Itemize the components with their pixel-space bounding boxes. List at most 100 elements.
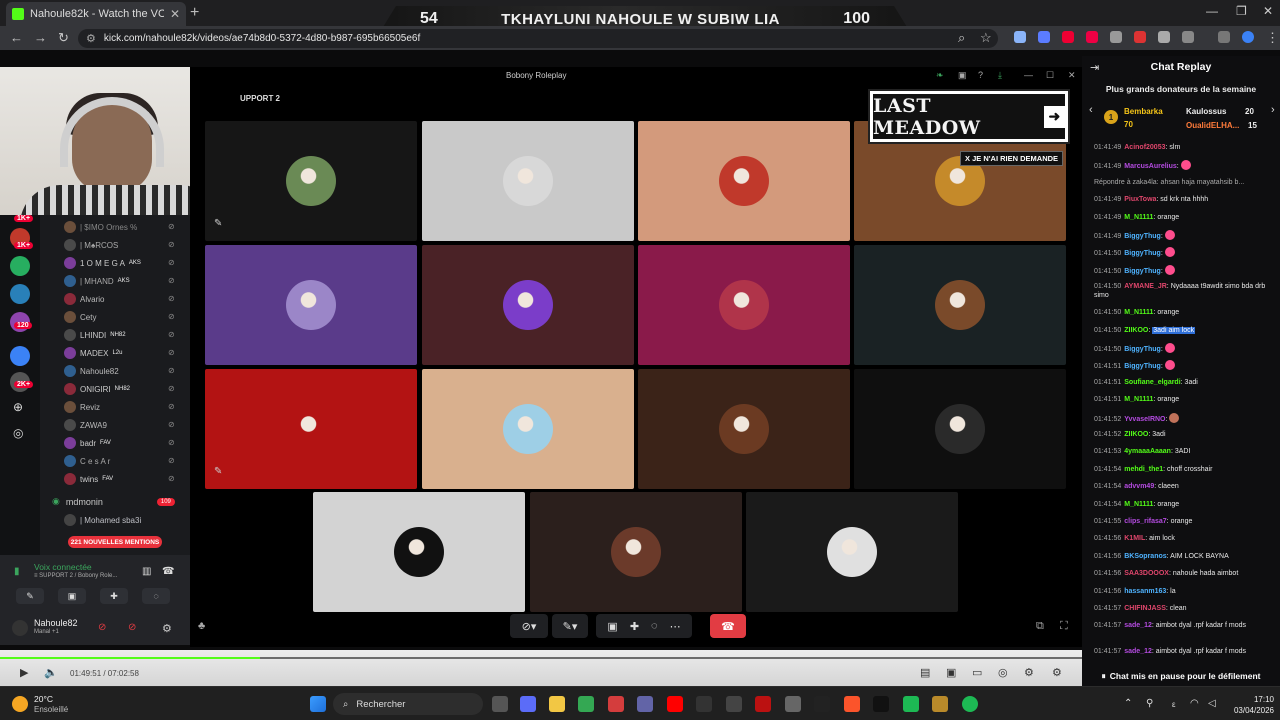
chat-paused-banner[interactable]: ⏸ Chat mis en pause pour le défilement [1082, 666, 1280, 686]
member-item[interactable]: MADEX L2u [64, 345, 122, 361]
chat-message[interactable]: 01:41:51 Soufiane_elgardi: 3adi [1094, 378, 1274, 387]
call-minimize-icon[interactable]: — [1024, 70, 1033, 80]
soundboard-icon[interactable]: ◌ [142, 588, 170, 604]
extension-icon[interactable] [1110, 31, 1122, 43]
chat-username[interactable]: hassanm163 [1124, 588, 1166, 595]
member-item[interactable]: | $IMO Ornes % [64, 219, 137, 235]
chat-username[interactable]: BiggyThug [1124, 363, 1161, 370]
participant-tile[interactable] [638, 121, 850, 241]
extension-icon[interactable] [1086, 31, 1098, 43]
taskbar-clock[interactable]: 17:10 03/04/2026 [1226, 694, 1274, 716]
hang-up-button[interactable]: ☎ [710, 614, 746, 638]
explore-icon[interactable]: ◎ [13, 426, 23, 440]
chat-message[interactable]: 01:41:56 hassanm163: la [1094, 587, 1274, 596]
task-view-icon[interactable] [492, 696, 508, 712]
player-settings-icon[interactable]: ⚙ [1052, 666, 1062, 679]
channel-item[interactable]: ◉ mdmonin 109 [52, 496, 175, 507]
browser-tab[interactable]: Nahoule82k - Watch the VOD o ✕ [6, 2, 186, 26]
chat-username[interactable]: MarcusAurelius [1124, 163, 1177, 170]
more-icon[interactable]: ⋯ [670, 620, 681, 633]
windows-start-icon[interactable] [310, 696, 326, 712]
chat-message[interactable]: 01:41:51 M_N1111: orange [1094, 395, 1274, 404]
member-item[interactable]: C e s A r [64, 453, 110, 469]
app-icon[interactable] [785, 696, 801, 712]
app-icon[interactable] [903, 696, 919, 712]
chat-message[interactable]: 01:41:54 M_N1111: orange [1094, 500, 1274, 509]
chat-username[interactable]: BiggyThug [1124, 233, 1161, 240]
file-explorer-icon[interactable] [549, 696, 565, 712]
chat-message[interactable]: 01:41:50 BiggyThug: [1094, 247, 1274, 258]
quality-icon[interactable]: ◎ [998, 666, 1008, 679]
app-icon[interactable] [755, 696, 771, 712]
chat-username[interactable]: Acinof20053 [1124, 144, 1165, 151]
chat-message[interactable]: 01:41:49 BiggyThug: [1094, 230, 1274, 241]
extensions-puzzle-icon[interactable] [1182, 31, 1194, 43]
chat-username[interactable]: AYMANE_JR [1124, 283, 1167, 290]
chat-message[interactable]: 01:41:49 MarcusAurelius: [1094, 160, 1274, 171]
mic-icon[interactable]: ⚲ [1146, 698, 1153, 709]
participant-tile[interactable] [422, 121, 634, 241]
chat-username[interactable]: BiggyThug [1124, 250, 1161, 257]
chat-username[interactable]: BKSopranos [1124, 553, 1166, 560]
address-bar[interactable]: ⚙ kick.com/nahoule82k/videos/ae74b8d0-53… [78, 29, 998, 48]
share-screen-icon[interactable]: ▣ [607, 620, 617, 633]
chat-message[interactable]: 01:41:56 SAA3DOOOX: nahoule hada aimbot [1094, 569, 1274, 578]
minimize-icon[interactable]: — [1206, 4, 1218, 18]
member-item[interactable]: | M♠RCOS [64, 237, 118, 253]
pip-icon[interactable]: ▭ [972, 666, 982, 679]
camera-toggle-button[interactable]: ✎▾ [552, 614, 588, 638]
chat-message[interactable]: 01:41:57 sade_12: aimbot dyal .rpf kadar … [1094, 621, 1274, 630]
chevron-left-icon[interactable]: ‹ [1089, 104, 1093, 116]
member-item[interactable]: Alvario [64, 291, 104, 307]
chat-username[interactable]: mehdi_the1 [1124, 466, 1163, 473]
call-close-icon[interactable]: ✕ [1068, 70, 1076, 81]
mute-mic-button[interactable]: ⊘▾ [510, 614, 548, 638]
chat-message[interactable]: 01:41:50 M_N1111: orange [1094, 308, 1274, 317]
fullscreen-icon[interactable]: ⛶ [1060, 620, 1068, 633]
server-icon[interactable] [10, 346, 30, 366]
clip-icon[interactable]: ▤ [920, 666, 930, 679]
member-item[interactable]: ONIGIRI NH82 [64, 381, 130, 397]
chat-message[interactable]: 01:41:56 K1MIL: aim lock [1094, 534, 1274, 543]
window-close-icon[interactable]: ✕ [1263, 4, 1273, 18]
extension-icon[interactable] [1014, 31, 1026, 43]
popout-icon[interactable]: ⧉ [1036, 620, 1044, 633]
tray-chevron-icon[interactable]: ⌃ [1124, 698, 1132, 709]
chat-message[interactable]: 01:41:52 YvvaseIRNO: [1094, 412, 1274, 424]
chat-username[interactable]: K1MIL [1124, 535, 1145, 542]
brave-icon[interactable] [844, 696, 860, 712]
volume-tray-icon[interactable]: ◁ [1208, 698, 1216, 709]
chat-message[interactable]: 01:41:52 ZIIKOO: 3adi [1094, 430, 1274, 439]
member-item[interactable]: LHINDI NH82 [64, 327, 126, 343]
weather-sun-icon[interactable] [12, 696, 28, 712]
member-item[interactable]: Nahoule82 [64, 363, 119, 379]
chat-username[interactable]: sade_12 [1124, 648, 1152, 655]
participant-tile[interactable] [638, 369, 850, 489]
disconnect-icon[interactable]: ☎ [162, 566, 174, 577]
app-icon[interactable] [873, 696, 889, 712]
chat-message[interactable]: 01:41:54 advvm49: claeen [1094, 482, 1274, 491]
call-toolbar-icon[interactable]: ▣ [958, 70, 967, 81]
chat-message[interactable]: 01:41:57 sade_12: aimbot dyal .rpf kadar … [1094, 647, 1274, 656]
member-item[interactable]: | MHAND AKS [64, 273, 130, 289]
activities-icon[interactable]: ✚ [100, 588, 128, 604]
noise-suppression-icon[interactable]: ▥ [142, 566, 151, 577]
tab-close-icon[interactable]: ✕ [170, 7, 180, 21]
chat-username[interactable]: M_N1111 [1124, 214, 1153, 221]
chat-username[interactable]: clips_rifasa7 [1124, 518, 1166, 525]
extension-icon[interactable] [1038, 31, 1050, 43]
participant-tile[interactable] [746, 492, 958, 612]
chat-username[interactable]: SAA3DOOOX [1124, 570, 1169, 577]
deafen-icon[interactable]: ⊘ [128, 622, 136, 633]
participant-tile[interactable] [205, 121, 417, 241]
chevron-right-icon[interactable]: › [1271, 104, 1275, 116]
chat-username[interactable]: M_N1111 [1124, 309, 1153, 316]
participant-tile[interactable] [313, 492, 525, 612]
last-meadow-banner[interactable]: LAST MEADOW ➜ [868, 89, 1070, 144]
reading-list-icon[interactable] [1218, 31, 1230, 43]
user-avatar[interactable] [12, 620, 28, 636]
settings-gear-icon[interactable]: ⚙ [1024, 666, 1034, 679]
chat-message[interactable]: 01:41:50 AYMANE_JR: Nydaaaa t9awdit simo … [1094, 282, 1274, 300]
participant-tile[interactable] [205, 245, 417, 365]
call-maximize-icon[interactable]: ☐ [1046, 70, 1054, 81]
